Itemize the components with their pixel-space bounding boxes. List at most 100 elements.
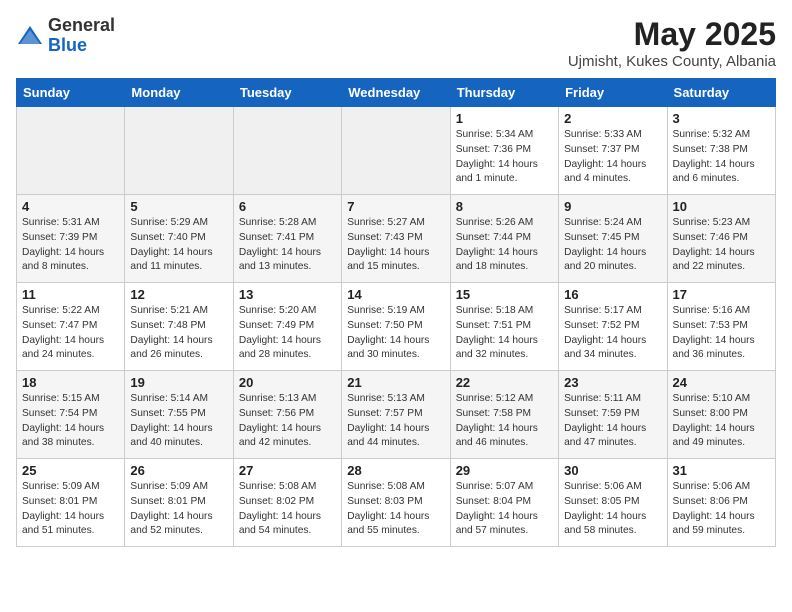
day-number: 12 [130, 287, 227, 302]
day-info: Sunrise: 5:22 AM Sunset: 7:47 PM Dayligh… [22, 304, 119, 363]
day-number: 25 [22, 463, 119, 478]
calendar-cell [233, 107, 341, 195]
day-number: 16 [564, 287, 661, 302]
month-year: May 2025 [568, 16, 776, 53]
day-info: Sunrise: 5:08 AM Sunset: 8:02 PM Dayligh… [239, 480, 336, 539]
day-info: Sunrise: 5:14 AM Sunset: 7:55 PM Dayligh… [130, 392, 227, 451]
day-info: Sunrise: 5:16 AM Sunset: 7:53 PM Dayligh… [673, 304, 770, 363]
calendar-cell: 5 Sunrise: 5:29 AM Sunset: 7:40 PM Daylig… [125, 195, 233, 283]
calendar-cell: 30 Sunrise: 5:06 AM Sunset: 8:05 PM Dayli… [559, 459, 667, 547]
calendar-cell: 11Sunrise: 5:22 AM Sunset: 7:47 PM Dayli… [17, 283, 125, 371]
weekday-header: Sunday [17, 79, 125, 107]
calendar-cell: 25Sunrise: 5:09 AM Sunset: 8:01 PM Dayli… [17, 459, 125, 547]
location: Ujmisht, Kukes County, Albania [568, 53, 776, 70]
calendar-cell: 15 Sunrise: 5:18 AM Sunset: 7:51 PM Dayli… [450, 283, 558, 371]
day-info: Sunrise: 5:24 AM Sunset: 7:45 PM Dayligh… [564, 216, 661, 275]
weekday-header: Saturday [667, 79, 775, 107]
day-info: Sunrise: 5:26 AM Sunset: 7:44 PM Dayligh… [456, 216, 553, 275]
day-number: 10 [673, 199, 770, 214]
day-number: 20 [239, 375, 336, 390]
day-info: Sunrise: 5:20 AM Sunset: 7:49 PM Dayligh… [239, 304, 336, 363]
day-number: 7 [347, 199, 444, 214]
calendar-table: SundayMondayTuesdayWednesdayThursdayFrid… [16, 78, 776, 547]
calendar-cell: 6Sunrise: 5:28 AM Sunset: 7:41 PM Daylig… [233, 195, 341, 283]
day-number: 6 [239, 199, 336, 214]
day-number: 14 [347, 287, 444, 302]
calendar-cell: 12 Sunrise: 5:21 AM Sunset: 7:48 PM Dayli… [125, 283, 233, 371]
day-number: 21 [347, 375, 444, 390]
day-info: Sunrise: 5:15 AM Sunset: 7:54 PM Dayligh… [22, 392, 119, 451]
calendar-cell: 7Sunrise: 5:27 AM Sunset: 7:43 PM Daylig… [342, 195, 450, 283]
day-number: 5 [130, 199, 227, 214]
day-info: Sunrise: 5:13 AM Sunset: 7:57 PM Dayligh… [347, 392, 444, 451]
day-info: Sunrise: 5:23 AM Sunset: 7:46 PM Dayligh… [673, 216, 770, 275]
calendar-cell: 29 Sunrise: 5:07 AM Sunset: 8:04 PM Dayli… [450, 459, 558, 547]
page-header: General Blue May 2025 Ujmisht, Kukes Cou… [16, 16, 776, 70]
calendar-cell: 14 Sunrise: 5:19 AM Sunset: 7:50 PM Dayli… [342, 283, 450, 371]
weekday-header: Thursday [450, 79, 558, 107]
calendar-cell [125, 107, 233, 195]
day-info: Sunrise: 5:10 AM Sunset: 8:00 PM Dayligh… [673, 392, 770, 451]
calendar-cell: 4Sunrise: 5:31 AM Sunset: 7:39 PM Daylig… [17, 195, 125, 283]
calendar-cell: 22 Sunrise: 5:12 AM Sunset: 7:58 PM Dayli… [450, 371, 558, 459]
day-info: Sunrise: 5:06 AM Sunset: 8:06 PM Dayligh… [673, 480, 770, 539]
day-number: 30 [564, 463, 661, 478]
day-number: 24 [673, 375, 770, 390]
day-info: Sunrise: 5:08 AM Sunset: 8:03 PM Dayligh… [347, 480, 444, 539]
day-number: 26 [130, 463, 227, 478]
day-number: 18 [22, 375, 119, 390]
calendar-cell: 1 Sunrise: 5:34 AM Sunset: 7:36 PM Daylig… [450, 107, 558, 195]
calendar-week-row: 4Sunrise: 5:31 AM Sunset: 7:39 PM Daylig… [17, 195, 776, 283]
day-info: Sunrise: 5:19 AM Sunset: 7:50 PM Dayligh… [347, 304, 444, 363]
day-info: Sunrise: 5:32 AM Sunset: 7:38 PM Dayligh… [673, 128, 770, 187]
calendar-cell: 8 Sunrise: 5:26 AM Sunset: 7:44 PM Daylig… [450, 195, 558, 283]
calendar-cell: 24 Sunrise: 5:10 AM Sunset: 8:00 PM Dayli… [667, 371, 775, 459]
calendar-cell [342, 107, 450, 195]
weekday-header: Monday [125, 79, 233, 107]
day-info: Sunrise: 5:21 AM Sunset: 7:48 PM Dayligh… [130, 304, 227, 363]
day-info: Sunrise: 5:18 AM Sunset: 7:51 PM Dayligh… [456, 304, 553, 363]
calendar-cell: 23 Sunrise: 5:11 AM Sunset: 7:59 PM Dayli… [559, 371, 667, 459]
day-number: 2 [564, 111, 661, 126]
day-number: 13 [239, 287, 336, 302]
calendar-cell: 31 Sunrise: 5:06 AM Sunset: 8:06 PM Dayli… [667, 459, 775, 547]
weekday-header: Friday [559, 79, 667, 107]
day-info: Sunrise: 5:12 AM Sunset: 7:58 PM Dayligh… [456, 392, 553, 451]
day-number: 9 [564, 199, 661, 214]
day-info: Sunrise: 5:33 AM Sunset: 7:37 PM Dayligh… [564, 128, 661, 187]
day-number: 28 [347, 463, 444, 478]
day-info: Sunrise: 5:34 AM Sunset: 7:36 PM Dayligh… [456, 128, 553, 187]
day-number: 15 [456, 287, 553, 302]
day-number: 1 [456, 111, 553, 126]
day-info: Sunrise: 5:11 AM Sunset: 7:59 PM Dayligh… [564, 392, 661, 451]
day-number: 3 [673, 111, 770, 126]
calendar-cell: 20Sunrise: 5:13 AM Sunset: 7:56 PM Dayli… [233, 371, 341, 459]
calendar-cell: 3 Sunrise: 5:32 AM Sunset: 7:38 PM Daylig… [667, 107, 775, 195]
calendar-cell: 2 Sunrise: 5:33 AM Sunset: 7:37 PM Daylig… [559, 107, 667, 195]
day-number: 17 [673, 287, 770, 302]
calendar-week-row: 25Sunrise: 5:09 AM Sunset: 8:01 PM Dayli… [17, 459, 776, 547]
calendar-cell [17, 107, 125, 195]
logo-blue: Blue [48, 35, 87, 55]
day-number: 8 [456, 199, 553, 214]
calendar-cell: 13 Sunrise: 5:20 AM Sunset: 7:49 PM Dayli… [233, 283, 341, 371]
calendar-cell: 21 Sunrise: 5:13 AM Sunset: 7:57 PM Dayli… [342, 371, 450, 459]
calendar-cell: 27Sunrise: 5:08 AM Sunset: 8:02 PM Dayli… [233, 459, 341, 547]
day-info: Sunrise: 5:06 AM Sunset: 8:05 PM Dayligh… [564, 480, 661, 539]
day-number: 31 [673, 463, 770, 478]
calendar-week-row: 11Sunrise: 5:22 AM Sunset: 7:47 PM Dayli… [17, 283, 776, 371]
day-number: 23 [564, 375, 661, 390]
calendar-cell: 9 Sunrise: 5:24 AM Sunset: 7:45 PM Daylig… [559, 195, 667, 283]
day-number: 29 [456, 463, 553, 478]
weekday-header: Wednesday [342, 79, 450, 107]
calendar-cell: 10 Sunrise: 5:23 AM Sunset: 7:46 PM Dayli… [667, 195, 775, 283]
day-info: Sunrise: 5:07 AM Sunset: 8:04 PM Dayligh… [456, 480, 553, 539]
day-number: 22 [456, 375, 553, 390]
title-block: May 2025 Ujmisht, Kukes County, Albania [568, 16, 776, 70]
day-number: 4 [22, 199, 119, 214]
calendar-week-row: 18 Sunrise: 5:15 AM Sunset: 7:54 PM Dayli… [17, 371, 776, 459]
calendar-week-row: 1 Sunrise: 5:34 AM Sunset: 7:36 PM Daylig… [17, 107, 776, 195]
logo-text: General Blue [48, 16, 115, 56]
calendar-cell: 16Sunrise: 5:17 AM Sunset: 7:52 PM Dayli… [559, 283, 667, 371]
day-info: Sunrise: 5:29 AM Sunset: 7:40 PM Dayligh… [130, 216, 227, 275]
